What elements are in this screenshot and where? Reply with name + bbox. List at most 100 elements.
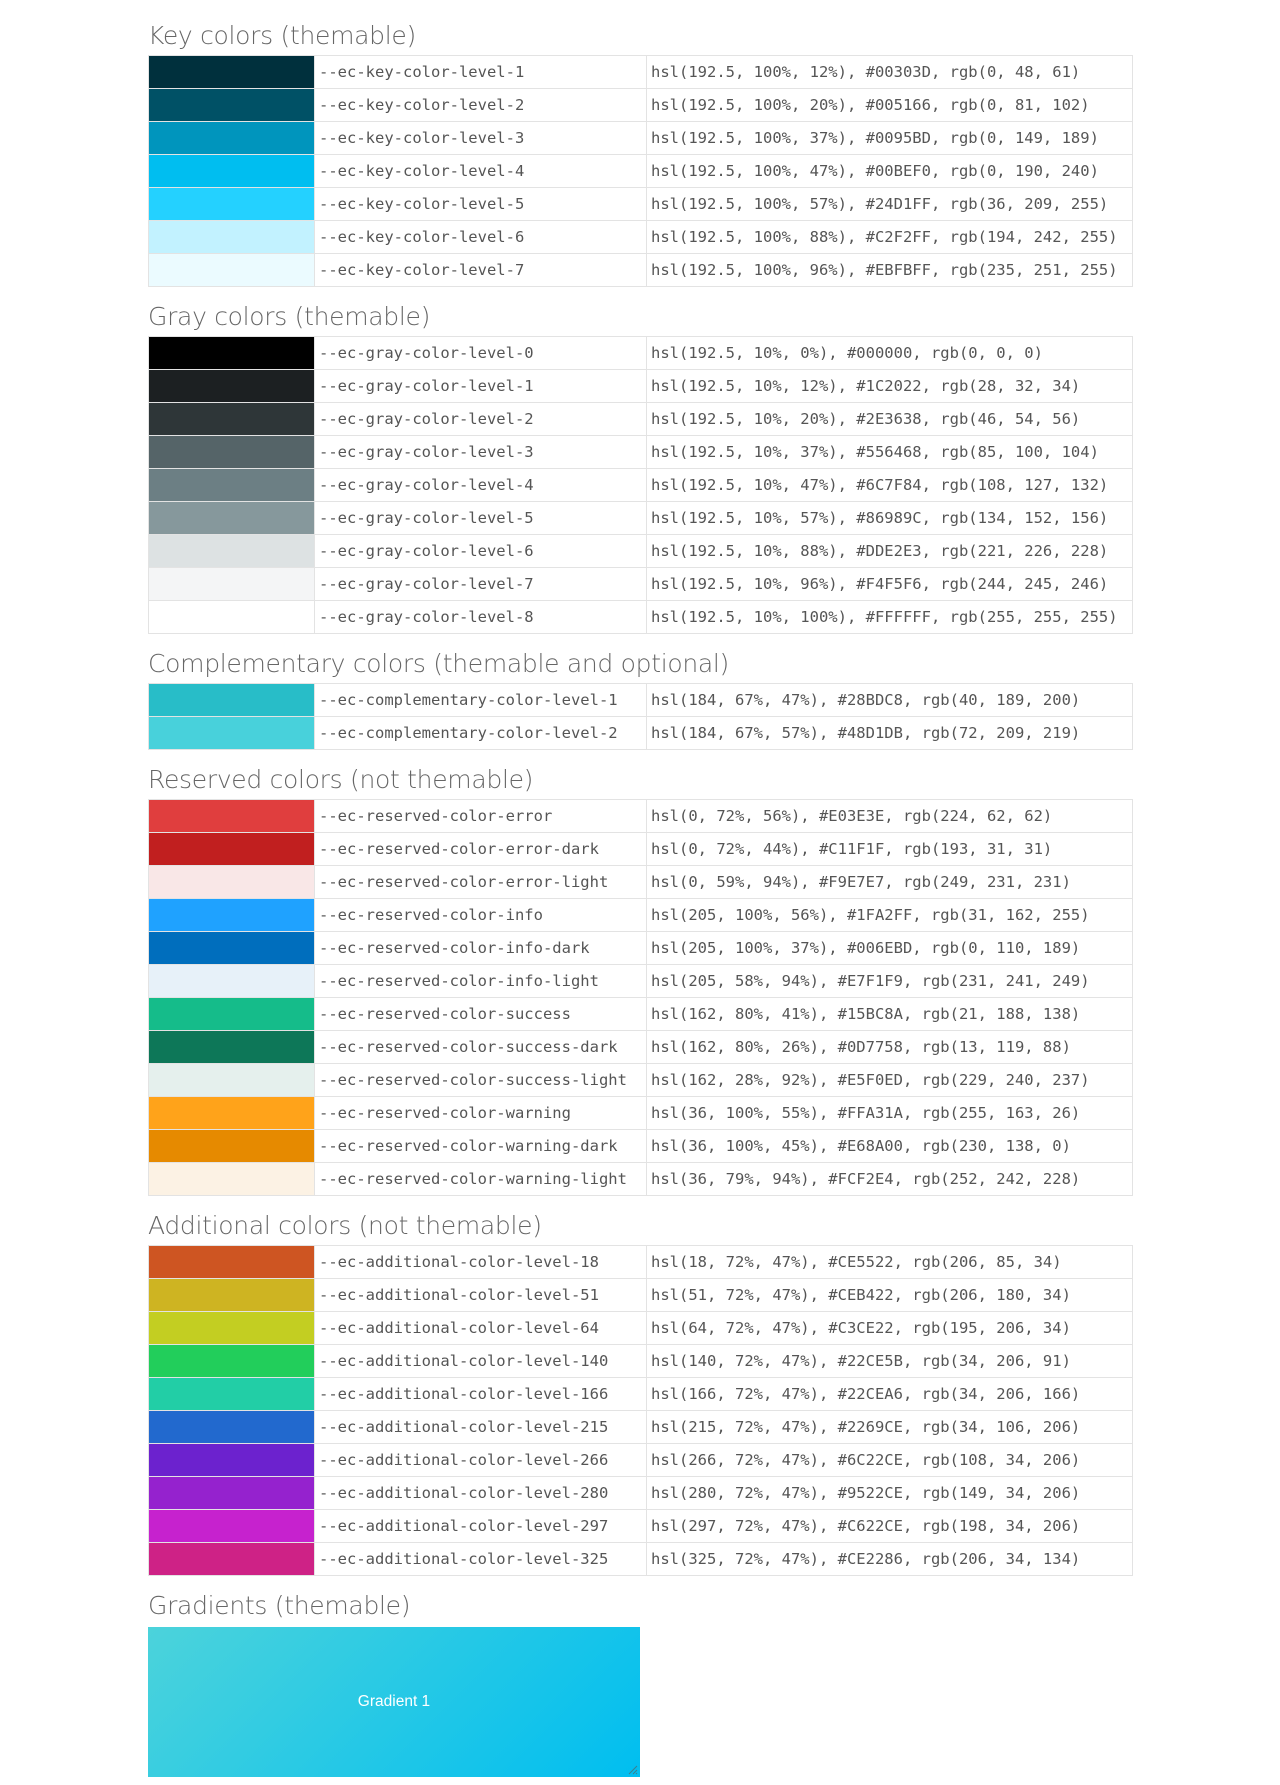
color-value: hsl(192.5, 10%, 57%), #86989C, rgb(134, … xyxy=(646,501,1133,535)
color-variable-name: --ec-reserved-color-success-dark xyxy=(314,1030,647,1064)
color-row: --ec-key-color-level-1 hsl(192.5, 100%, 1… xyxy=(148,55,1133,89)
color-variable-name: --ec-reserved-color-warning-light xyxy=(314,1162,647,1196)
color-swatch xyxy=(148,931,315,965)
color-variable-name: --ec-additional-color-level-325 xyxy=(314,1542,647,1576)
color-variable-name: --ec-additional-color-level-64 xyxy=(314,1311,647,1345)
color-variable-name: --ec-additional-color-level-51 xyxy=(314,1278,647,1312)
color-value: hsl(205, 100%, 56%), #1FA2FF, rgb(31, 16… xyxy=(646,898,1133,932)
color-row: --ec-reserved-color-error-light hsl(0, 59… xyxy=(148,865,1133,899)
color-palette-page: Key colors (themable) --ec-key-color-leve… xyxy=(148,16,1133,1777)
color-variable-name: --ec-additional-color-level-215 xyxy=(314,1410,647,1444)
color-value: hsl(36, 100%, 55%), #FFA31A, rgb(255, 16… xyxy=(646,1096,1133,1130)
color-sections: Key colors (themable) --ec-key-color-leve… xyxy=(148,16,1133,1576)
color-swatch xyxy=(148,435,315,469)
color-variable-name: --ec-additional-color-level-18 xyxy=(314,1245,647,1279)
color-row: --ec-key-color-level-4 hsl(192.5, 100%, 4… xyxy=(148,154,1133,188)
color-value: hsl(192.5, 10%, 47%), #6C7F84, rgb(108, … xyxy=(646,468,1133,502)
color-value: hsl(205, 58%, 94%), #E7F1F9, rgb(231, 24… xyxy=(646,964,1133,998)
complementary-color-table: --ec-complementary-color-level-1 hsl(184,… xyxy=(148,683,1133,750)
color-value: hsl(162, 80%, 41%), #15BC8A, rgb(21, 188… xyxy=(646,997,1133,1031)
color-value: hsl(162, 80%, 26%), #0D7758, rgb(13, 119… xyxy=(646,1030,1133,1064)
color-row: --ec-reserved-color-warning-light hsl(36,… xyxy=(148,1162,1133,1196)
color-value: hsl(192.5, 100%, 96%), #EBFBFF, rgb(235,… xyxy=(646,253,1133,287)
color-variable-name: --ec-reserved-color-warning-dark xyxy=(314,1129,647,1163)
color-variable-name: --ec-gray-color-level-0 xyxy=(314,336,647,370)
section-title-reserved: Reserved colors (not themable) xyxy=(148,765,534,794)
color-variable-name: --ec-gray-color-level-3 xyxy=(314,435,647,469)
color-row: --ec-additional-color-level-280 hsl(280, … xyxy=(148,1476,1133,1510)
color-value: hsl(140, 72%, 47%), #22CE5B, rgb(34, 206… xyxy=(646,1344,1133,1378)
color-swatch xyxy=(148,187,315,221)
color-swatch xyxy=(148,1030,315,1064)
gray-color-table: --ec-gray-color-level-0 hsl(192.5, 10%, 0… xyxy=(148,336,1133,634)
color-swatch xyxy=(148,1509,315,1543)
color-value: hsl(192.5, 100%, 12%), #00303D, rgb(0, 4… xyxy=(646,55,1133,89)
color-value: hsl(184, 67%, 57%), #48D1DB, rgb(72, 209… xyxy=(646,716,1133,750)
color-value: hsl(36, 79%, 94%), #FCF2E4, rgb(252, 242… xyxy=(646,1162,1133,1196)
color-row: --ec-complementary-color-level-1 hsl(184,… xyxy=(148,683,1133,717)
color-row: --ec-additional-color-level-64 hsl(64, 72… xyxy=(148,1311,1133,1345)
color-swatch xyxy=(148,369,315,403)
color-variable-name: --ec-gray-color-level-8 xyxy=(314,600,647,634)
color-swatch xyxy=(148,121,315,155)
color-swatch xyxy=(148,997,315,1031)
color-swatch xyxy=(148,1542,315,1576)
color-swatch xyxy=(148,402,315,436)
color-value: hsl(192.5, 10%, 100%), #FFFFFF, rgb(255,… xyxy=(646,600,1133,634)
color-value: hsl(192.5, 10%, 96%), #F4F5F6, rgb(244, … xyxy=(646,567,1133,601)
color-row: --ec-key-color-level-5 hsl(192.5, 100%, 5… xyxy=(148,187,1133,221)
color-variable-name: --ec-reserved-color-warning xyxy=(314,1096,647,1130)
color-swatch xyxy=(148,501,315,535)
color-variable-name: --ec-key-color-level-6 xyxy=(314,220,647,254)
resize-grip-icon[interactable] xyxy=(628,1765,638,1775)
color-value: hsl(280, 72%, 47%), #9522CE, rgb(149, 34… xyxy=(646,1476,1133,1510)
color-swatch xyxy=(148,1129,315,1163)
color-swatch xyxy=(148,683,315,717)
color-swatch xyxy=(148,1311,315,1345)
color-swatch xyxy=(148,154,315,188)
color-swatch xyxy=(148,832,315,866)
color-value: hsl(266, 72%, 47%), #6C22CE, rgb(108, 34… xyxy=(646,1443,1133,1477)
color-value: hsl(192.5, 100%, 57%), #24D1FF, rgb(36, … xyxy=(646,187,1133,221)
color-row: --ec-gray-color-level-8 hsl(192.5, 10%, 1… xyxy=(148,600,1133,634)
color-value: hsl(325, 72%, 47%), #CE2286, rgb(206, 34… xyxy=(646,1542,1133,1576)
color-row: --ec-additional-color-level-297 hsl(297, … xyxy=(148,1509,1133,1543)
color-swatch xyxy=(148,964,315,998)
color-value: hsl(36, 100%, 45%), #E68A00, rgb(230, 13… xyxy=(646,1129,1133,1163)
color-row: --ec-additional-color-level-18 hsl(18, 72… xyxy=(148,1245,1133,1279)
gradient-1-box[interactable]: Gradient 1 xyxy=(148,1627,640,1777)
color-row: --ec-gray-color-level-7 hsl(192.5, 10%, 9… xyxy=(148,567,1133,601)
color-swatch xyxy=(148,898,315,932)
color-row: --ec-reserved-color-success hsl(162, 80%,… xyxy=(148,997,1133,1031)
color-value: hsl(166, 72%, 47%), #22CEA6, rgb(34, 206… xyxy=(646,1377,1133,1411)
color-swatch xyxy=(148,1344,315,1378)
color-variable-name: --ec-key-color-level-5 xyxy=(314,187,647,221)
color-variable-name: --ec-reserved-color-info-dark xyxy=(314,931,647,965)
color-row: --ec-reserved-color-info hsl(205, 100%, 5… xyxy=(148,898,1133,932)
color-swatch xyxy=(148,600,315,634)
color-value: hsl(184, 67%, 47%), #28BDC8, rgb(40, 189… xyxy=(646,683,1133,717)
color-swatch xyxy=(148,534,315,568)
color-value: hsl(192.5, 10%, 37%), #556468, rgb(85, 1… xyxy=(646,435,1133,469)
color-row: --ec-reserved-color-error hsl(0, 72%, 56%… xyxy=(148,799,1133,833)
section-title-gray: Gray colors (themable) xyxy=(148,302,431,331)
color-value: hsl(0, 72%, 44%), #C11F1F, rgb(193, 31, … xyxy=(646,832,1133,866)
color-row: --ec-key-color-level-6 hsl(192.5, 100%, 8… xyxy=(148,220,1133,254)
color-row: --ec-reserved-color-info-light hsl(205, 5… xyxy=(148,964,1133,998)
color-swatch xyxy=(148,1162,315,1196)
color-value: hsl(192.5, 100%, 37%), #0095BD, rgb(0, 1… xyxy=(646,121,1133,155)
color-row: --ec-reserved-color-success-light hsl(162… xyxy=(148,1063,1133,1097)
color-variable-name: --ec-reserved-color-error xyxy=(314,799,647,833)
section-title-gradients: Gradients (themable) xyxy=(148,1591,411,1620)
color-value: hsl(192.5, 100%, 88%), #C2F2FF, rgb(194,… xyxy=(646,220,1133,254)
color-row: --ec-gray-color-level-6 hsl(192.5, 10%, 8… xyxy=(148,534,1133,568)
color-value: hsl(192.5, 10%, 12%), #1C2022, rgb(28, 3… xyxy=(646,369,1133,403)
color-row: --ec-reserved-color-error-dark hsl(0, 72%… xyxy=(148,832,1133,866)
color-value: hsl(192.5, 10%, 20%), #2E3638, rgb(46, 5… xyxy=(646,402,1133,436)
color-value: hsl(192.5, 100%, 20%), #005166, rgb(0, 8… xyxy=(646,88,1133,122)
key-color-table: --ec-key-color-level-1 hsl(192.5, 100%, 1… xyxy=(148,55,1133,287)
color-row: --ec-reserved-color-success-dark hsl(162,… xyxy=(148,1030,1133,1064)
color-row: --ec-reserved-color-info-dark hsl(205, 10… xyxy=(148,931,1133,965)
color-variable-name: --ec-gray-color-level-1 xyxy=(314,369,647,403)
color-swatch xyxy=(148,1278,315,1312)
